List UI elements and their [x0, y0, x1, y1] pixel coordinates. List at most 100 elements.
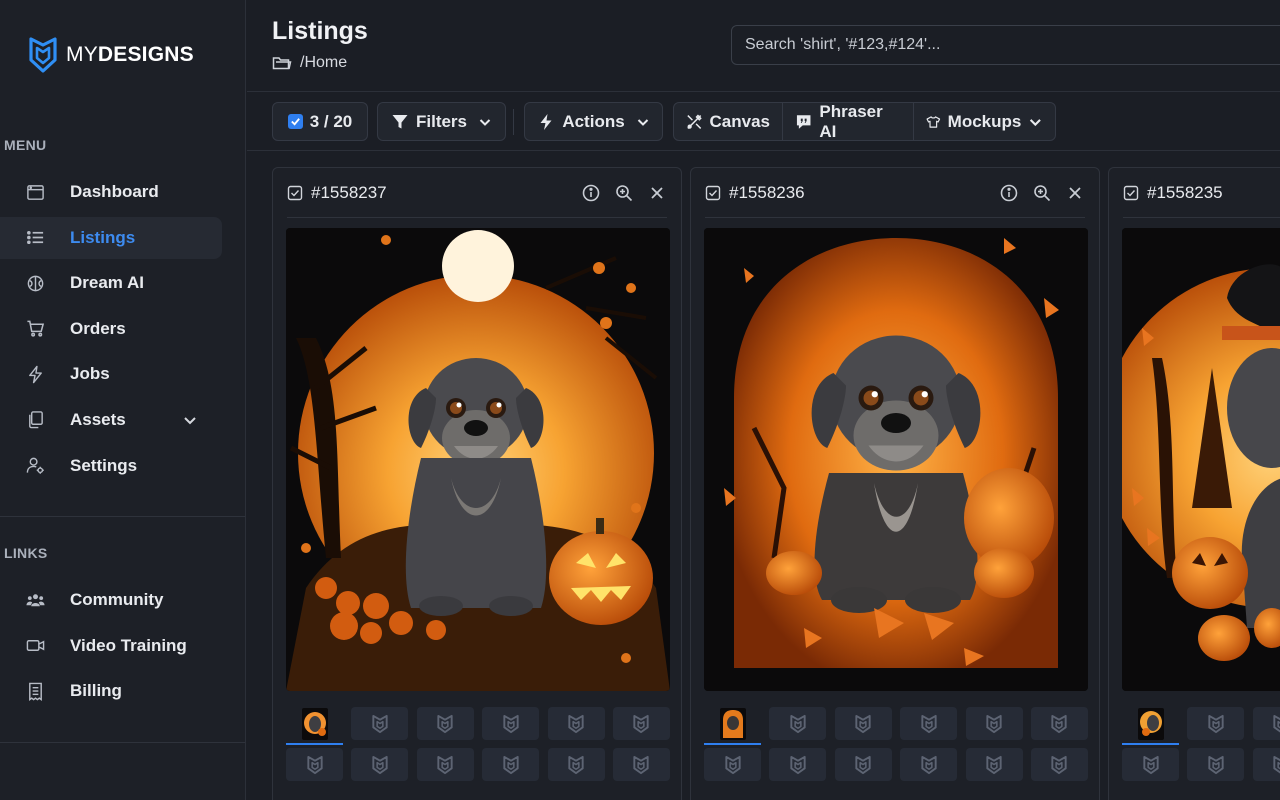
mydesigns-logo-icon [437, 755, 453, 774]
mockup-thumbnail-placeholder[interactable] [416, 748, 474, 781]
mockup-thumbnail-placeholder[interactable] [351, 707, 409, 740]
page-title: Listings [272, 17, 368, 45]
sidebar-item-settings[interactable]: Settings [0, 445, 222, 487]
zoom-in-icon[interactable] [614, 183, 634, 203]
mockup-thumbnail-placeholder[interactable] [416, 707, 474, 740]
listing-artwork[interactable] [286, 228, 670, 691]
list-icon [24, 227, 46, 249]
actions-button[interactable]: Actions [524, 102, 663, 141]
close-icon[interactable] [647, 183, 667, 203]
sidebar-item-listings[interactable]: Listings [0, 216, 222, 259]
breadcrumb-path[interactable]: /Home [300, 54, 347, 72]
search-input[interactable] [731, 25, 1280, 65]
sidebar-item-community[interactable]: Community [0, 579, 222, 621]
listing-id: #1558235 [1147, 182, 1223, 202]
mockup-thumbnail-placeholder[interactable] [547, 748, 605, 781]
sidebar-divider [0, 516, 245, 517]
close-icon[interactable] [1065, 183, 1085, 203]
sidebar-item-assets[interactable]: Assets [0, 399, 222, 441]
listing-card[interactable]: #1558236 [690, 167, 1100, 800]
sidebar-item-label: Billing [70, 681, 122, 701]
mockup-thumbnail-placeholder[interactable] [834, 707, 892, 740]
schnauzer-halloween-artwork [286, 228, 670, 691]
links-section-label: LINKS [4, 545, 48, 561]
canvas-button[interactable]: Canvas [674, 103, 783, 140]
breadcrumb[interactable]: /Home [272, 54, 347, 72]
mockup-thumbnail-placeholder[interactable] [482, 748, 540, 781]
checkbox-icon[interactable] [705, 185, 721, 201]
video-icon [24, 635, 46, 657]
mockup-thumbnail-placeholder[interactable] [965, 748, 1023, 781]
mydesigns-logo-icon [790, 714, 806, 733]
mockup-thumbnail-placeholder[interactable] [286, 748, 343, 781]
sidebar-item-orders[interactable]: Orders [0, 308, 222, 350]
sidebar-item-dream-ai[interactable]: Dream AI [0, 262, 222, 304]
brand-logo[interactable]: MYDESIGNS [28, 36, 194, 74]
mockup-thumbnail-placeholder[interactable] [547, 707, 605, 740]
selection-count: 3 / 20 [309, 111, 353, 131]
links-menu: Community Video Training Billing [0, 579, 222, 716]
mockup-thumbnail-placeholder[interactable] [1252, 707, 1280, 740]
mockups-button[interactable]: Mockups [914, 103, 1055, 140]
sidebar-item-billing[interactable]: Billing [0, 670, 222, 712]
mockup-thumbnail-placeholder[interactable] [612, 707, 670, 740]
info-icon[interactable] [999, 183, 1019, 203]
mockup-thumbnail-placeholder[interactable] [1252, 748, 1280, 781]
sidebar-item-label: Dashboard [70, 182, 159, 201]
user-gear-icon [24, 455, 46, 477]
sidebar-item-label: Jobs [70, 364, 110, 384]
mockup-thumbnail-selected[interactable] [704, 707, 761, 745]
mockup-thumbnail-placeholder[interactable] [1122, 748, 1179, 781]
sidebar-item-label: Settings [70, 455, 138, 475]
listing-card[interactable]: #1558237 [272, 167, 682, 800]
info-icon[interactable] [581, 183, 601, 203]
phraser-ai-button[interactable]: Phraser AI [783, 102, 914, 141]
design-tools-icon [687, 114, 702, 129]
mydesigns-logo-icon [568, 714, 584, 733]
listing-card[interactable]: #1558235 [1108, 167, 1280, 800]
mydesigns-logo-icon [1273, 714, 1280, 733]
mydesigns-logo-icon [921, 714, 937, 733]
mockup-thumbnail-placeholder[interactable] [1187, 707, 1245, 740]
chevron-down-icon[interactable] [182, 412, 198, 428]
mockup-thumbnail-placeholder[interactable] [1030, 707, 1088, 740]
mydesigns-logo-icon [437, 714, 453, 733]
files-icon [24, 409, 46, 431]
checkbox-icon[interactable] [287, 185, 303, 201]
listing-artwork[interactable] [704, 228, 1088, 691]
listing-id: #1558237 [311, 182, 387, 202]
mydesigns-logo-icon [724, 755, 741, 774]
mockup-thumbnail-placeholder[interactable] [1030, 748, 1088, 781]
sidebar-item-jobs[interactable]: Jobs [0, 353, 222, 395]
zoom-in-icon[interactable] [1032, 183, 1052, 203]
mockup-thumbnail-placeholder[interactable] [834, 748, 892, 781]
cart-icon [24, 318, 46, 340]
mockup-thumbnail-placeholder[interactable] [704, 748, 761, 781]
mockup-thumbnail-placeholder[interactable] [769, 707, 827, 740]
sidebar-item-video-training[interactable]: Video Training [0, 625, 222, 667]
mockup-thumbnail-placeholder[interactable] [612, 748, 670, 781]
mockup-thumbnail-selected[interactable] [1122, 707, 1179, 745]
filters-button[interactable]: Filters [377, 102, 506, 141]
artwork-thumbnail-icon [719, 707, 746, 740]
listing-artwork[interactable] [1122, 228, 1280, 691]
mockup-thumbnail-placeholder[interactable] [900, 707, 958, 740]
mockup-thumbnail-placeholder[interactable] [482, 707, 540, 740]
mockup-thumbnail-placeholder[interactable] [900, 748, 958, 781]
bolt-icon [24, 363, 46, 385]
mockup-thumbnail-placeholder[interactable] [351, 748, 409, 781]
checkbox-icon[interactable] [1123, 185, 1139, 201]
card-actions [999, 183, 1085, 203]
brain-icon [24, 272, 46, 294]
mydesigns-logo-icon [1208, 714, 1224, 733]
listing-card-header: #1558236 [705, 168, 1085, 218]
sidebar-item-label: Orders [70, 318, 126, 338]
sidebar-item-dashboard[interactable]: Dashboard [0, 171, 222, 213]
select-all-button[interactable]: 3 / 20 [272, 102, 368, 141]
page-header: Listings /Home [247, 0, 1280, 92]
mockup-thumbnail-placeholder[interactable] [965, 707, 1023, 740]
mockup-thumbnail-placeholder[interactable] [1187, 748, 1245, 781]
mockup-thumbnail-placeholder[interactable] [769, 748, 827, 781]
mockup-thumbnail-selected[interactable] [286, 707, 343, 745]
mydesigns-logo-icon [306, 755, 323, 774]
